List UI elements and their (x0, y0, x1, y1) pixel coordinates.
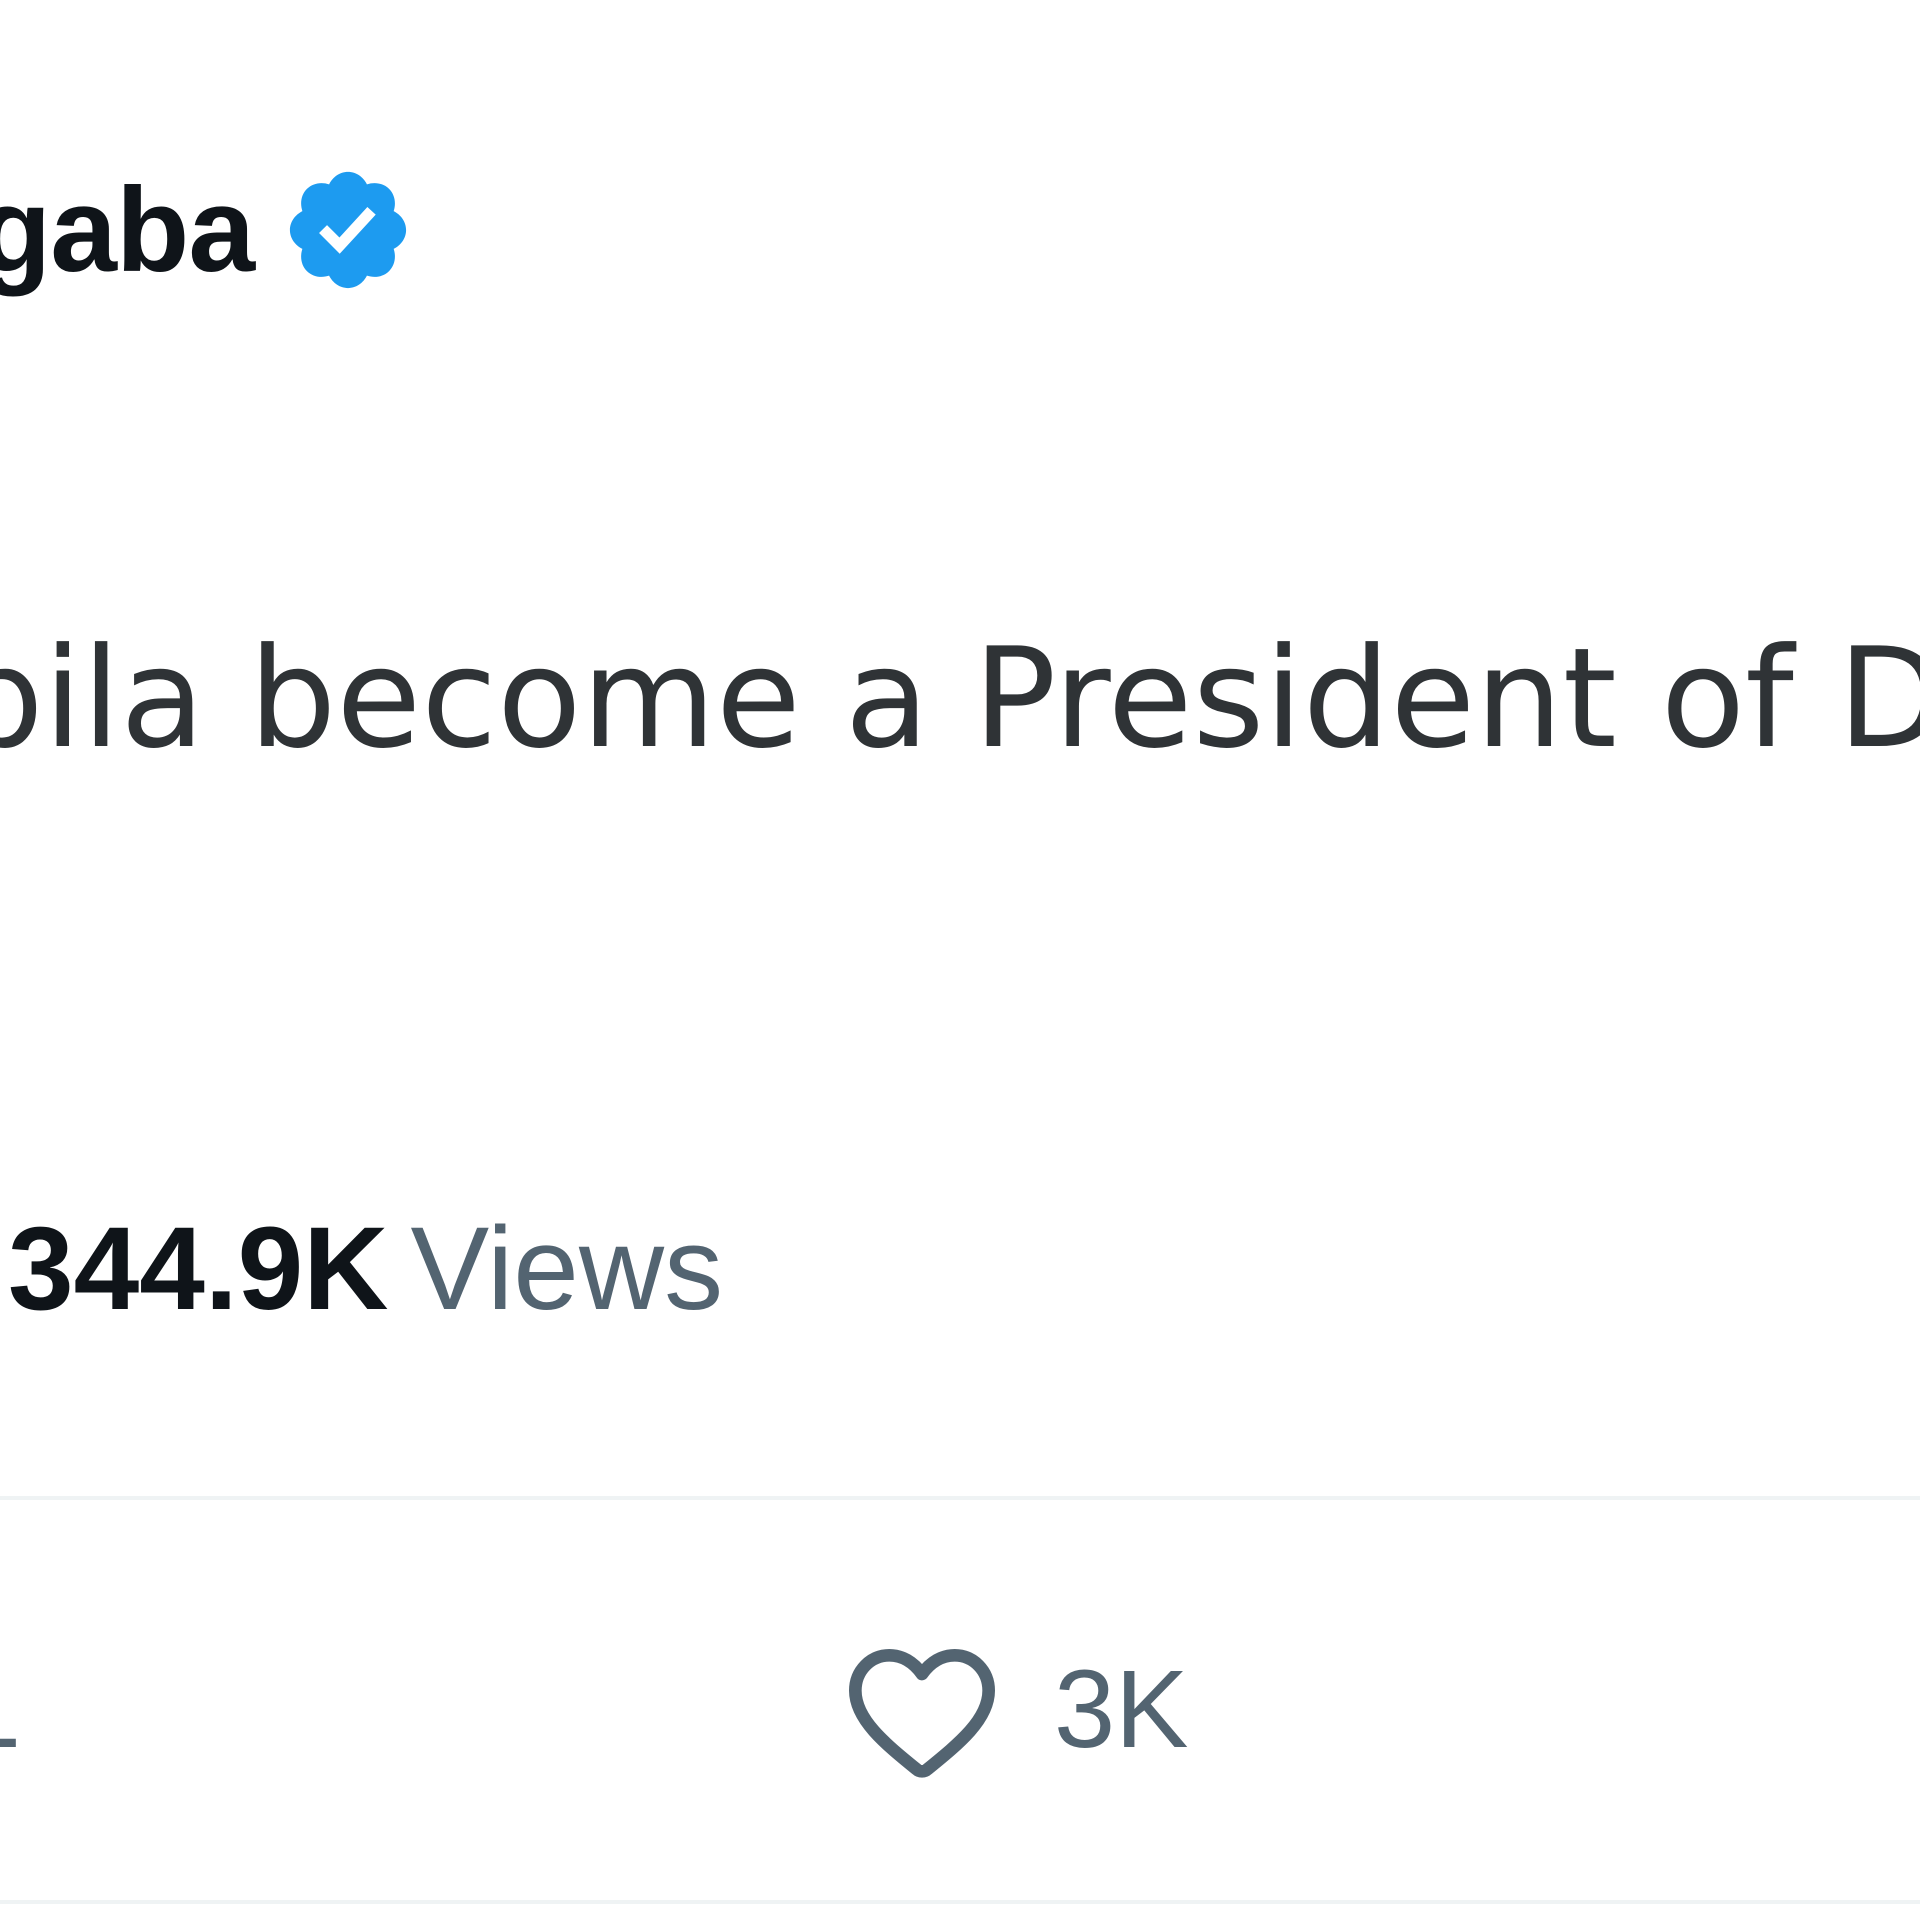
post-text: bila become a President of DR (0, 618, 1920, 779)
like-count: 3K (1054, 1648, 1189, 1771)
heart-outline-icon (849, 1649, 996, 1778)
reply-action[interactable]: 1 (0, 1620, 21, 1800)
views-count: 344.9K (8, 1203, 389, 1335)
divider (0, 1496, 1920, 1500)
views-label: Views (410, 1203, 724, 1335)
bottom-divider (0, 1900, 1920, 1904)
reply-count: 1 (0, 1655, 21, 1765)
views-row[interactable]: 344.9K Views (8, 1210, 723, 1328)
post-detail: gaba bila become a President of DR 344.9… (0, 0, 1920, 1911)
like-button[interactable]: 3K (842, 1620, 1189, 1800)
author-row: gaba (0, 160, 416, 300)
verified-badge-icon (289, 171, 407, 289)
author-display-name[interactable]: gaba (0, 161, 255, 299)
